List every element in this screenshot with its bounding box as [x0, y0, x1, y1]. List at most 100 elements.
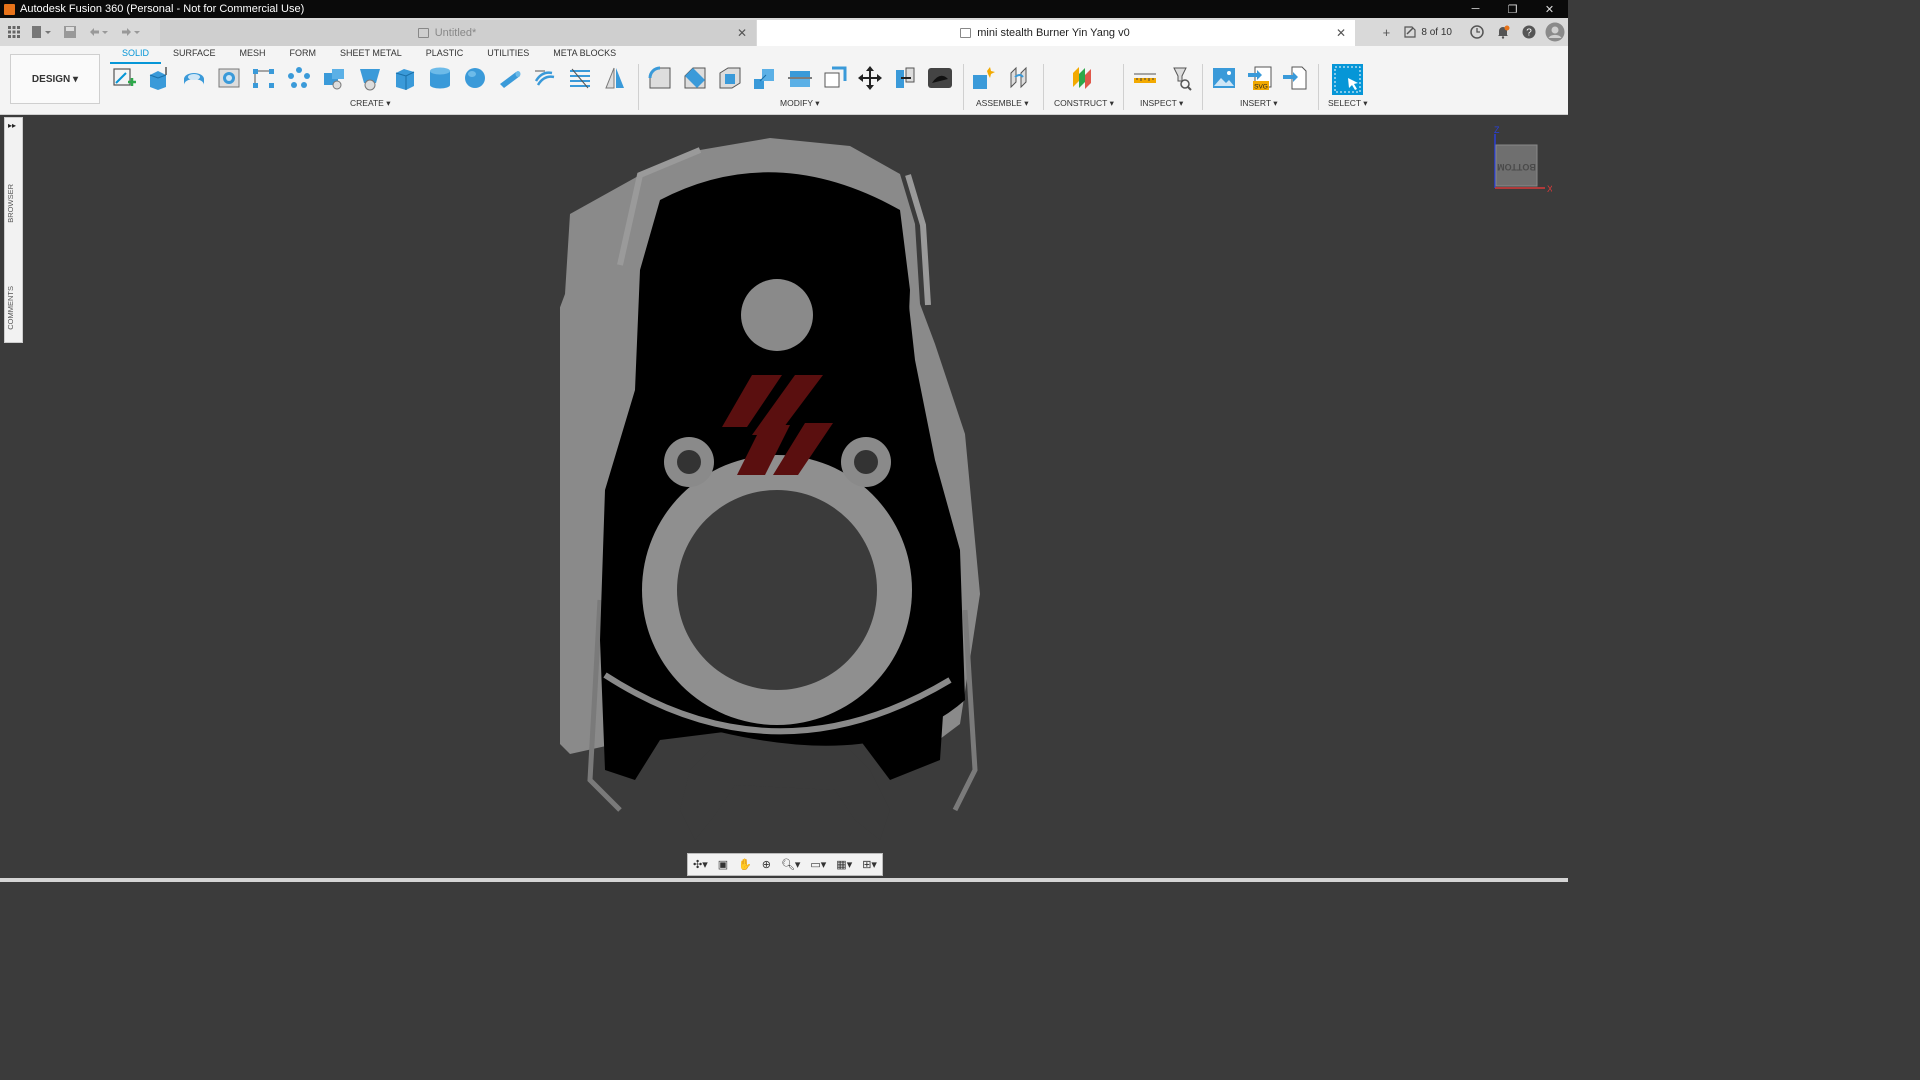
- ribbon-tab-list: SOLID SURFACE MESH FORM SHEET METAL PLAS…: [110, 46, 628, 64]
- viewcube[interactable]: Z X BOTTOM: [1492, 124, 1552, 194]
- 3d-model-viewport[interactable]: [560, 120, 1000, 850]
- tab-form[interactable]: FORM: [278, 46, 329, 62]
- close-tab-icon[interactable]: ✕: [734, 26, 750, 40]
- insert-canvas-icon[interactable]: [1211, 65, 1237, 91]
- create-group-label[interactable]: CREATE ▾: [350, 98, 391, 109]
- grid-settings-icon[interactable]: ▦▾: [836, 858, 852, 871]
- ribbon-separator: [1318, 64, 1319, 110]
- tab-active-document[interactable]: mini stealth Burner Yin Yang v0 ✕: [757, 20, 1355, 46]
- ribbon-separator: [1123, 64, 1124, 110]
- mirror-icon[interactable]: [602, 65, 628, 91]
- file-menu-icon[interactable]: [28, 22, 56, 42]
- circular-pattern-icon[interactable]: [286, 65, 312, 91]
- split-body-icon[interactable]: [787, 65, 813, 91]
- revolve-icon[interactable]: [181, 65, 207, 91]
- model-screw-hole: [854, 450, 878, 474]
- look-at-icon[interactable]: ▣: [718, 858, 728, 871]
- tab-utilities[interactable]: UTILITIES: [475, 46, 541, 62]
- tab-surface[interactable]: SURFACE: [161, 46, 228, 62]
- tab-solid[interactable]: SOLID: [110, 46, 162, 64]
- shell-icon[interactable]: [717, 65, 743, 91]
- viewports-icon[interactable]: ⊞▾: [862, 858, 877, 871]
- inspect-group-label[interactable]: INSPECT ▾: [1140, 98, 1183, 109]
- sphere-icon[interactable]: [462, 65, 488, 91]
- new-component-icon[interactable]: [971, 65, 997, 91]
- tab-mesh[interactable]: MESH: [228, 46, 278, 62]
- modify-group-label[interactable]: MODIFY ▾: [780, 98, 820, 109]
- minimize-button[interactable]: ─: [1457, 0, 1494, 18]
- window-title: Autodesk Fusion 360 (Personal - Not for …: [20, 3, 305, 15]
- comments-panel-label[interactable]: COMMENTS: [6, 286, 20, 330]
- interference-icon[interactable]: [1167, 65, 1193, 91]
- construct-group-label[interactable]: CONSTRUCT ▾: [1054, 98, 1114, 109]
- combine-icon[interactable]: [322, 65, 348, 91]
- undo-icon[interactable]: [84, 22, 112, 42]
- new-tab-icon[interactable]: +: [1373, 19, 1399, 45]
- scale-icon[interactable]: [822, 65, 848, 91]
- orbit-icon[interactable]: ✣▾: [693, 858, 708, 871]
- thread-icon[interactable]: [532, 65, 558, 91]
- apps-grid-icon[interactable]: [4, 22, 24, 42]
- tab-meta-blocks[interactable]: META BLOCKS: [541, 46, 628, 62]
- zoom-window-icon[interactable]: ⊕: [762, 858, 771, 871]
- assemble-group-label[interactable]: ASSEMBLE ▾: [976, 98, 1028, 109]
- measure-icon[interactable]: [1132, 65, 1158, 91]
- physical-material-icon[interactable]: [927, 65, 953, 91]
- display-settings-icon[interactable]: ▭▾: [810, 858, 826, 871]
- offset-plane-icon[interactable]: [1069, 65, 1095, 91]
- restore-button[interactable]: ❐: [1494, 0, 1531, 18]
- hole-icon[interactable]: [357, 65, 383, 91]
- box-icon[interactable]: [392, 65, 418, 91]
- notifications-bell-icon[interactable]: [1490, 19, 1516, 45]
- tab-title: Untitled*: [434, 27, 477, 39]
- sweep-icon[interactable]: [216, 65, 242, 91]
- recovery-clock-icon[interactable]: [1464, 19, 1490, 45]
- move-copy-icon[interactable]: [857, 65, 883, 91]
- rectangle-pattern-icon[interactable]: [251, 65, 277, 91]
- create-sketch-icon[interactable]: [111, 65, 137, 91]
- align-icon[interactable]: [892, 65, 918, 91]
- ribbon-separator: [963, 64, 964, 110]
- fit-zoom-icon[interactable]: 🔍︎▾: [781, 858, 801, 871]
- ribbon-separator: [1202, 64, 1203, 110]
- lock-icon: [417, 28, 429, 39]
- tab-sheet-metal[interactable]: SHEET METAL: [328, 46, 414, 62]
- cylinder-icon[interactable]: [427, 65, 453, 91]
- close-tab-icon[interactable]: ✕: [1333, 26, 1349, 40]
- tab-untitled[interactable]: Untitled* ✕: [160, 20, 756, 46]
- quick-access-toolbar: [0, 18, 144, 46]
- redo-icon[interactable]: [116, 22, 144, 42]
- insert-mesh-icon[interactable]: [1282, 65, 1308, 91]
- viewcube-face-label: BOTTOM: [1497, 162, 1536, 172]
- job-status-count[interactable]: 8 of 10: [1421, 27, 1452, 38]
- browser-panel-label[interactable]: BROWSER: [6, 184, 20, 223]
- tab-bar-right-tools: + 8 of 10 ?: [1373, 18, 1568, 46]
- coil-icon[interactable]: [567, 65, 593, 91]
- select-group-label[interactable]: SELECT ▾: [1328, 98, 1368, 109]
- extrude-icon[interactable]: [146, 65, 172, 91]
- model-screw-hole: [677, 450, 701, 474]
- fusion-app-icon: [4, 3, 15, 15]
- workspace-switcher[interactable]: DESIGN ▾: [10, 54, 100, 104]
- pan-hand-icon[interactable]: ✋: [738, 858, 752, 871]
- axis-z-label: Z: [1494, 125, 1500, 135]
- job-status-icon[interactable]: [1399, 19, 1421, 45]
- save-icon[interactable]: [60, 22, 80, 42]
- select-icon[interactable]: [1332, 64, 1363, 95]
- tab-title: mini stealth Burner Yin Yang v0: [977, 27, 1130, 39]
- chamfer-icon[interactable]: [682, 65, 708, 91]
- navigation-bar: ✣▾ ▣ ✋ ⊕ 🔍︎▾ ▭▾ ▦▾ ⊞▾: [687, 853, 883, 876]
- expand-panel-icon[interactable]: ▸▸: [8, 121, 16, 130]
- fillet-icon[interactable]: [647, 65, 673, 91]
- pipe-icon[interactable]: [497, 65, 523, 91]
- help-icon[interactable]: ?: [1516, 19, 1542, 45]
- joint-icon[interactable]: [1007, 65, 1033, 91]
- close-window-button[interactable]: ✕: [1531, 0, 1568, 18]
- insert-group-label[interactable]: INSERT ▾: [1240, 98, 1278, 109]
- workspace-label: DESIGN: [31, 73, 71, 85]
- model-yin-dot: [741, 279, 813, 351]
- tab-plastic[interactable]: PLASTIC: [414, 46, 476, 62]
- user-avatar-icon[interactable]: [1542, 19, 1568, 45]
- press-pull-icon[interactable]: [752, 65, 778, 91]
- insert-svg-icon[interactable]: SVG: [1247, 65, 1273, 91]
